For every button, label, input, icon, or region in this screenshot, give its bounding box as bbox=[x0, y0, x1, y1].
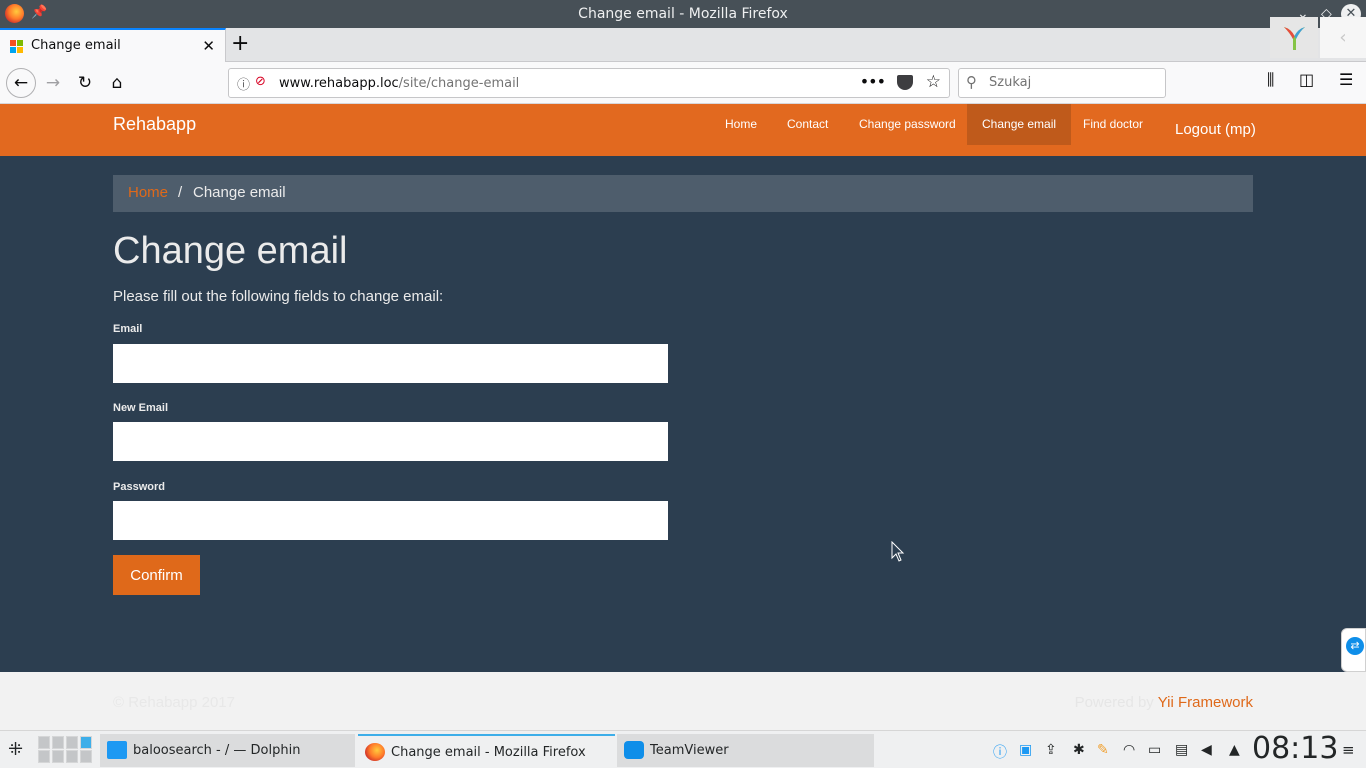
taskbar: ⁜ baloosearch - / — Dolphin Change email… bbox=[0, 730, 1366, 768]
reload-button[interactable]: ↻ bbox=[72, 70, 98, 96]
updates-tray-icon[interactable]: ⇪ bbox=[1045, 742, 1057, 758]
task-dolphin[interactable]: baloosearch - / — Dolphin bbox=[100, 734, 355, 767]
wifi-icon[interactable]: ◠ bbox=[1123, 742, 1135, 758]
clock[interactable]: 08:13 bbox=[1252, 731, 1338, 766]
email-label: Email bbox=[113, 323, 143, 335]
back-button[interactable]: ← bbox=[6, 68, 36, 98]
folder-icon bbox=[107, 741, 127, 759]
confirm-button[interactable]: Confirm bbox=[113, 555, 200, 595]
desktop-pager[interactable] bbox=[38, 736, 92, 764]
nav-change-email[interactable]: Change email bbox=[967, 104, 1072, 145]
info-tray-icon[interactable]: ⓘ bbox=[993, 742, 1007, 762]
logout-button[interactable]: Logout (mp) bbox=[1175, 121, 1256, 138]
nav-toolbar: ← → ↻ ⌂ ⓘ ⊘ www.rehabapp.loc/site/change… bbox=[0, 62, 1366, 104]
site-footer: © Rehabapp 2017 Powered by Yii Framework bbox=[0, 672, 1366, 730]
home-button[interactable]: ⌂ bbox=[104, 70, 130, 96]
new-tab-button[interactable]: + bbox=[231, 32, 249, 56]
battery-icon[interactable]: ▭ bbox=[1148, 742, 1161, 758]
pocket-icon[interactable] bbox=[897, 75, 913, 90]
forward-button[interactable]: → bbox=[40, 70, 66, 96]
search-box[interactable]: ⚲ bbox=[958, 68, 1166, 98]
tab-strip: Change email ✕ + bbox=[0, 28, 1366, 62]
panel-menu-icon[interactable]: ≡ bbox=[1342, 741, 1355, 759]
page-title: Change email bbox=[113, 230, 348, 272]
new-email-label: New Email bbox=[113, 402, 169, 414]
clipboard-tray-icon[interactable]: ✎ bbox=[1097, 742, 1109, 758]
insecure-lock-icon[interactable]: ⊘ bbox=[255, 74, 266, 89]
search-icon: ⚲ bbox=[966, 73, 977, 91]
tab-change-email[interactable]: Change email ✕ bbox=[0, 28, 226, 62]
breadcrumb-home-link[interactable]: Home bbox=[128, 184, 168, 201]
bluetooth-icon[interactable]: ✱ bbox=[1073, 742, 1085, 758]
site-brand[interactable]: Rehabapp bbox=[113, 114, 196, 135]
breadcrumb: Home / Change email bbox=[113, 175, 1253, 212]
task-firefox[interactable]: Change email - Mozilla Firefox bbox=[358, 734, 615, 767]
teamviewer-icon bbox=[624, 741, 644, 759]
teamviewer-sidebar[interactable]: ⇄ bbox=[1341, 628, 1366, 672]
app-launcher-icon[interactable]: ⁜ bbox=[8, 739, 23, 760]
nav-find-doctor[interactable]: Find doctor bbox=[1068, 104, 1158, 145]
site-navbar: Rehabapp Home Contact Change password Ch… bbox=[0, 104, 1366, 156]
password-label: Password bbox=[113, 481, 165, 493]
yii-logo-icon bbox=[1284, 27, 1305, 50]
tab-label: Change email bbox=[31, 38, 121, 53]
yii-framework-link[interactable]: Yii Framework bbox=[1158, 694, 1253, 711]
new-email-field[interactable] bbox=[113, 422, 668, 461]
nav-change-password[interactable]: Change password bbox=[844, 104, 971, 145]
debug-toolbar-toggle[interactable]: ‹ bbox=[1320, 17, 1366, 58]
footer-copyright: © Rehabapp 2017 bbox=[113, 694, 235, 711]
footer-powered-by: Powered by Yii Framework bbox=[1074, 694, 1253, 711]
info-icon[interactable]: ⓘ bbox=[237, 74, 250, 93]
email-field[interactable] bbox=[113, 344, 668, 383]
page-intro: Please fill out the following fields to … bbox=[113, 288, 444, 305]
notes-tray-icon[interactable]: ▣ bbox=[1019, 742, 1032, 758]
search-input[interactable] bbox=[989, 75, 1159, 90]
nav-contact[interactable]: Contact bbox=[772, 104, 843, 145]
breadcrumb-separator: / bbox=[178, 184, 183, 201]
mouse-cursor-icon bbox=[891, 541, 905, 562]
url-bar[interactable]: ⓘ ⊘ www.rehabapp.loc/site/change-email •… bbox=[228, 68, 950, 98]
task-teamviewer[interactable]: TeamViewer bbox=[617, 734, 874, 767]
tray-expand-icon[interactable]: ▲ bbox=[1229, 742, 1240, 758]
storage-tray-icon[interactable]: ▤ bbox=[1175, 742, 1188, 758]
close-tab-icon[interactable]: ✕ bbox=[202, 37, 215, 55]
window-titlebar: 📌 Change email - Mozilla Firefox ⌄ ◇ ✕ bbox=[0, 0, 1366, 28]
hamburger-menu-icon[interactable]: ☰ bbox=[1339, 70, 1353, 89]
window-title: Change email - Mozilla Firefox bbox=[578, 6, 788, 22]
bookmark-star-icon[interactable]: ☆ bbox=[926, 72, 941, 92]
password-field[interactable] bbox=[113, 501, 668, 540]
page-actions-icon[interactable]: ••• bbox=[860, 72, 886, 91]
library-icon[interactable]: ⫼ bbox=[1267, 70, 1274, 90]
breadcrumb-current: Change email bbox=[193, 184, 286, 201]
sidebar-icon[interactable]: ◫ bbox=[1299, 70, 1314, 89]
yii-favicon-icon bbox=[10, 40, 24, 54]
url-text[interactable]: www.rehabapp.loc/site/change-email bbox=[279, 76, 519, 91]
yii-debug-toolbar[interactable] bbox=[1270, 17, 1318, 58]
firefox-icon bbox=[365, 743, 385, 761]
teamviewer-icon: ⇄ bbox=[1346, 637, 1364, 655]
volume-icon[interactable]: ◀ bbox=[1201, 742, 1212, 758]
nav-home[interactable]: Home bbox=[710, 104, 772, 145]
